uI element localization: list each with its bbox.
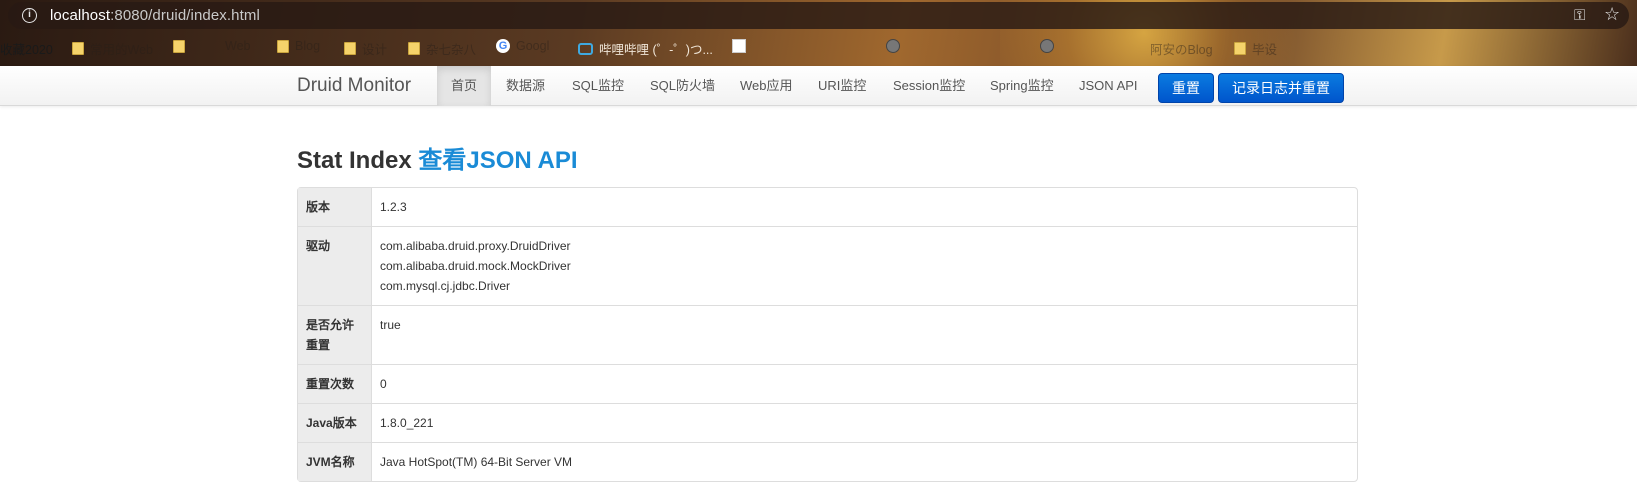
value-line: 1.8.0_221 [380,416,434,430]
value-line: Java HotSpot(TM) 64-Bit Server VM [380,455,573,469]
bookmarks-bar: 收藏2020 常用的Web Web Blog 设计 杂七杂八 G Googl 哔哩… [0,34,1637,60]
bookmark-label: 设计 [362,43,388,57]
row-value: 0 [372,364,1357,403]
row-value: true [372,305,1357,364]
value-line: 1.2.3 [380,200,407,214]
bookmark-item[interactable]: 毕设 [1234,39,1277,58]
value-line: com.alibaba.druid.mock.MockDriver [380,259,571,273]
nav-home[interactable]: 首页 [437,66,492,106]
bookmark-label: Blog [295,39,321,53]
value-line: 0 [380,377,387,391]
row-key: 重置次数 [298,364,372,403]
folder-icon [173,39,185,53]
nav-spring-monitor[interactable]: Spring监控 [976,66,1068,106]
table-row: JVM名称 Java HotSpot(TM) 64-Bit Server VM [298,442,1357,481]
nav-datasource[interactable]: 数据源 [492,66,559,106]
bookmark-item[interactable] [732,39,746,53]
row-key: 版本 [298,188,372,226]
row-value: Java HotSpot(TM) 64-Bit Server VM [372,442,1357,481]
log-and-reset-button[interactable]: 记录日志并重置 [1218,73,1344,103]
nav-uri-monitor[interactable]: URI监控 [804,66,880,106]
bookmark-label: 常用的Web [90,43,153,57]
row-value: 1.2.3 [372,188,1357,226]
stat-table: 版本 1.2.3 驱动 com.alibaba.druid.proxy.Drui… [297,187,1358,482]
folder-icon [344,42,356,55]
address-bar[interactable]: i localhost:8080/druid/index.html ⚿ ☆ [8,2,1629,29]
folder-icon [1234,42,1246,55]
key-icon[interactable]: ⚿ [1574,7,1585,24]
bookmark-item[interactable]: 收藏2020 [0,39,53,58]
url-text[interactable]: localhost:8080/druid/index.html [50,7,260,24]
bookmark-item[interactable]: 阿安のBlog [1150,39,1213,58]
bookmark-label: 杂七杂八 [426,43,477,57]
bookmark-item[interactable]: Blog [277,39,320,53]
google-icon: G [496,39,510,53]
table-row: 是否允许重置 true [298,305,1357,364]
bookmark-item[interactable]: 常用的Web [72,39,153,58]
folder-icon [72,42,84,55]
bookmark-label: 收藏2020 [0,43,53,57]
top-navbar: Druid Monitor 首页 数据源 SQL监控 SQL防火墙 Web应用 … [0,66,1637,106]
table-row: Java版本 1.8.0_221 [298,403,1357,442]
row-key: JVM名称 [298,442,372,481]
table-row: 重置次数 0 [298,364,1357,403]
url-host: localhost [50,7,111,24]
bookmark-item[interactable] [1040,39,1054,53]
page-title: Stat Index 查看JSON API [297,140,578,175]
value-line: com.mysql.cj.jdbc.Driver [380,279,511,293]
globe-icon [886,39,900,53]
table-row: 版本 1.2.3 [298,188,1357,226]
page-title-text: Stat Index [297,147,412,174]
folder-icon [277,39,289,53]
nav-json-api[interactable]: JSON API [1065,66,1152,106]
value-line: true [380,318,401,332]
nav-sql-firewall[interactable]: SQL防火墙 [636,66,729,106]
bookmark-item[interactable]: G Googl [496,39,549,53]
page-icon [732,39,746,53]
browser-chrome: i localhost:8080/druid/index.html ⚿ ☆ 收藏… [0,0,1637,66]
table-row: 驱动 com.alibaba.druid.proxy.DruidDriver c… [298,226,1357,305]
value-line: com.alibaba.druid.proxy.DruidDriver [380,239,571,253]
bookmark-item[interactable]: 设计 [344,39,387,58]
bookmark-label: 毕设 [1252,43,1278,57]
row-key: 驱动 [298,226,372,305]
nav-web-app[interactable]: Web应用 [726,66,807,106]
json-api-link[interactable]: 查看JSON API [418,147,577,174]
url-path: :8080/druid/index.html [110,7,260,24]
nav-sql-monitor[interactable]: SQL监控 [558,66,638,106]
bilibili-icon [578,42,593,55]
bookmark-item[interactable] [886,39,900,53]
row-value: 1.8.0_221 [372,403,1357,442]
reset-button[interactable]: 重置 [1158,73,1214,103]
folder-icon [408,42,420,55]
bookmark-label: Googl [516,39,550,53]
row-key: Java版本 [298,403,372,442]
bookmark-label: Web [225,39,251,53]
bookmark-item[interactable]: Web [173,39,250,53]
row-key-text: 是否允许重置 [306,318,355,352]
brand-title[interactable]: Druid Monitor [297,75,411,97]
globe-icon [1040,39,1054,53]
row-value: com.alibaba.druid.proxy.DruidDriver com.… [372,226,1357,305]
bookmark-item[interactable]: 哔哩哔哩 (゜-゜)つ... [578,39,713,58]
nav-session-monitor[interactable]: Session监控 [879,66,979,106]
bookmark-label: 阿安のBlog [1150,43,1213,57]
bookmark-label: 哔哩哔哩 (゜-゜)つ... [599,43,713,57]
bookmark-item[interactable]: 杂七杂八 [408,39,476,58]
star-icon[interactable]: ☆ [1604,4,1620,25]
row-key: 是否允许重置 [298,305,372,364]
info-icon[interactable]: i [22,8,37,23]
